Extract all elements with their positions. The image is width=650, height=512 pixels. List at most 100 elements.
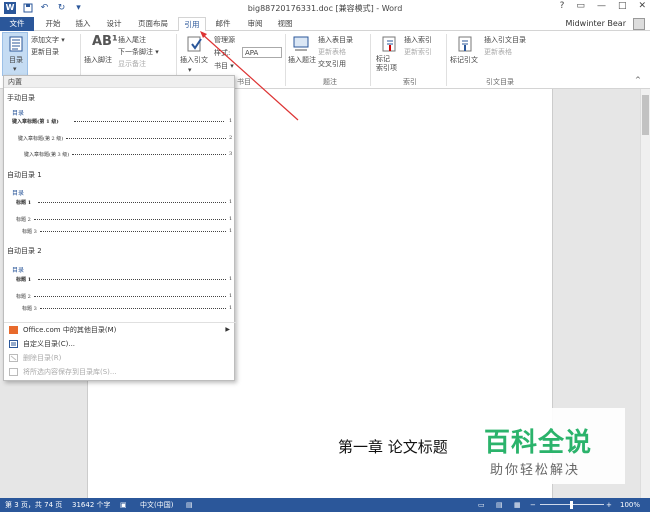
user-avatar-icon[interactable] <box>633 18 645 30</box>
toc-page-num: 1 <box>229 276 233 282</box>
vertical-scrollbar[interactable] <box>640 89 650 498</box>
toc-page-num: 2 <box>229 135 233 141</box>
toc-preview-line: 标题 1 <box>16 200 32 206</box>
zoom-out-icon[interactable]: − <box>530 498 536 512</box>
macro-icon[interactable]: ▤ <box>186 498 193 512</box>
insert-table-of-authorities-button[interactable]: 插入引文目录 <box>484 35 526 45</box>
help-button[interactable]: ? <box>560 1 565 11</box>
user-name[interactable]: Midwinter Bear <box>565 19 626 28</box>
submenu-arrow-icon: ▶ <box>225 326 230 333</box>
proofing-icon[interactable]: ▣ <box>120 498 127 512</box>
toc-page-num: 3 <box>229 151 233 157</box>
group-label-captions: 题注 <box>323 78 337 86</box>
update-index-button[interactable]: 更新索引 <box>404 47 432 57</box>
toc-page-num: 1 <box>229 228 233 234</box>
status-bar: 第 3 页，共 74 页 31642 个字 ▣ 中文(中国) ▤ ▭ ▤ ▦ −… <box>0 498 650 512</box>
minimize-button[interactable]: — <box>597 1 606 11</box>
menu-item-label: 删除目录(R) <box>23 354 62 362</box>
show-notes-button[interactable]: 显示备注 <box>118 59 146 69</box>
office-icon <box>9 326 18 334</box>
update-authorities-button[interactable]: 更新表格 <box>484 47 512 57</box>
zoom-in-icon[interactable]: + <box>606 498 612 512</box>
watermark-logo: 百科全说 助你轻松解决 <box>460 408 625 484</box>
document-title: big88720176331.doc [兼容模式] - Word <box>247 4 403 13</box>
collapse-ribbon-icon[interactable]: ^ <box>635 75 641 85</box>
page-count[interactable]: 第 3 页，共 74 页 <box>5 498 62 512</box>
insert-index-button[interactable]: 插入索引 <box>404 35 432 45</box>
tab-layout[interactable]: 页面布局 <box>133 17 173 31</box>
section-title-auto2: 自动目录 2 <box>7 247 42 255</box>
toc-dot-leader <box>34 216 226 220</box>
next-footnote-button[interactable]: 下一条脚注 ▾ <box>118 47 159 57</box>
tab-design[interactable]: 设计 <box>101 17 127 31</box>
print-layout-icon[interactable]: ▤ <box>496 498 503 512</box>
mark-citation-icon <box>458 36 472 52</box>
tab-view[interactable]: 视图 <box>272 17 298 31</box>
manage-sources-button[interactable]: 管理源 <box>214 35 235 45</box>
zoom-slider-thumb[interactable] <box>570 501 573 509</box>
toc-menu: Office.com 中的其他目录(M) ▶ 自定义目录(C)... 删除目录(… <box>4 322 236 379</box>
footnote-icon: AB¹ <box>92 34 118 49</box>
remove-toc-icon <box>9 354 18 362</box>
toc-icon <box>9 36 23 52</box>
add-text-button[interactable]: 添加文字 ▾ <box>31 35 65 45</box>
tab-review[interactable]: 审阅 <box>242 17 268 31</box>
update-toc-button[interactable]: 更新目录 <box>31 47 59 57</box>
toc-page-num: 1 <box>229 293 233 299</box>
toc-dot-leader <box>72 151 226 155</box>
toc-option-auto1[interactable]: 目录 标题 1 1 标题 2 1 标题 3 1 <box>12 188 234 240</box>
zoom-level[interactable]: 100% <box>620 498 640 512</box>
custom-toc-item[interactable]: 自定义目录(C)... <box>4 337 236 351</box>
save-gallery-icon <box>9 368 18 376</box>
menu-item-label: 将所选内容保存到目录库(S)... <box>23 368 117 376</box>
toc-dot-leader <box>38 276 226 280</box>
scrollbar-thumb[interactable] <box>642 95 649 135</box>
title-bar: W ↶ ↻ ▾ big88720176331.doc [兼容模式] - Word… <box>0 0 650 17</box>
language[interactable]: 中文(中国) <box>140 498 173 512</box>
insert-footnote-button[interactable]: 插入脚注 <box>84 55 112 65</box>
tab-file[interactable]: 文件 <box>0 17 34 31</box>
tab-home[interactable]: 开始 <box>40 17 66 31</box>
close-button[interactable]: ✕ <box>638 1 646 11</box>
toc-button[interactable]: 目录 ▾ <box>2 32 28 76</box>
update-table-button[interactable]: 更新表格 <box>318 47 346 57</box>
group-label-index: 索引 <box>403 78 417 86</box>
save-to-toc-gallery-item[interactable]: 将所选内容保存到目录库(S)... <box>4 365 236 379</box>
ribbon-display-button[interactable]: ▭ <box>576 1 585 11</box>
section-title-auto1: 自动目录 1 <box>7 171 42 179</box>
word-count[interactable]: 31642 个字 <box>72 498 111 512</box>
insert-caption-button[interactable]: 插入题注 <box>288 55 316 65</box>
tab-insert[interactable]: 插入 <box>70 17 96 31</box>
insert-endnote-button[interactable]: 插入尾注 <box>118 35 146 45</box>
style-label: 样式: <box>214 49 231 57</box>
toc-dot-leader <box>66 135 226 139</box>
tab-mailings[interactable]: 邮件 <box>210 17 236 31</box>
chevron-down-icon: ▾ <box>13 65 17 73</box>
section-title-manual: 手动目录 <box>7 94 35 102</box>
toc-preview-heading: 目录 <box>12 110 25 117</box>
dropdown-header: 内置 <box>4 76 234 88</box>
bibliography-button[interactable]: 书目 ▾ <box>214 61 234 71</box>
mark-citation-button[interactable]: 标记引文 <box>450 55 478 65</box>
toc-preview-heading: 目录 <box>12 190 25 197</box>
mark-entry-button[interactable]: 标记 索引项 <box>376 55 397 73</box>
insert-table-of-figures-button[interactable]: 插入表目录 <box>318 35 353 45</box>
web-layout-icon[interactable]: ▦ <box>514 498 521 512</box>
toc-dot-leader <box>74 118 224 122</box>
maximize-button[interactable]: □ <box>618 1 627 11</box>
more-tocs-office-item[interactable]: Office.com 中的其他目录(M) ▶ <box>4 323 236 337</box>
toc-option-manual[interactable]: 目录 键入章标题(第 1 级) 1 键入章标题(第 2 级) 2 键入章标题(第… <box>12 108 234 166</box>
toc-dot-leader <box>40 228 226 232</box>
insert-citation-button[interactable]: 插入引文 <box>180 55 208 65</box>
remove-toc-item[interactable]: 删除目录(R) <box>4 351 236 365</box>
mark-entry-icon <box>382 36 396 52</box>
style-select[interactable]: APA <box>242 47 282 58</box>
toc-preview-line: 键入章标题(第 2 级) <box>18 136 64 142</box>
tab-references[interactable]: 引用 <box>178 17 206 32</box>
cross-reference-button[interactable]: 交叉引用 <box>318 59 346 69</box>
insert-caption-icon <box>293 36 309 51</box>
toc-option-auto2[interactable]: 目录 标题 1 1 标题 2 1 标题 3 1 <box>12 265 234 317</box>
read-mode-icon[interactable]: ▭ <box>478 498 485 512</box>
toc-dropdown: 内置 手动目录 目录 键入章标题(第 1 级) 1 键入章标题(第 2 级) 2… <box>3 75 236 381</box>
toc-page-num: 1 <box>229 216 233 222</box>
